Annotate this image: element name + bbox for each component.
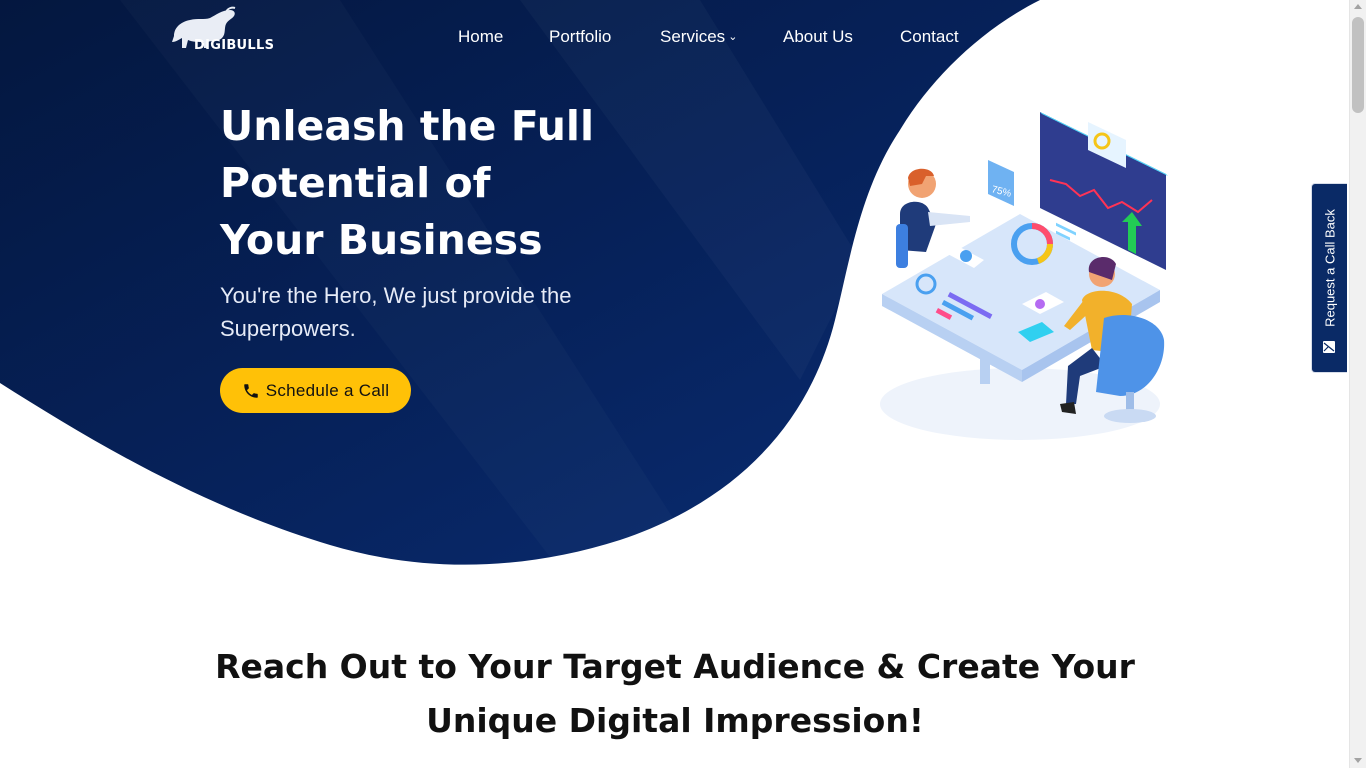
- phone-icon: [243, 383, 258, 398]
- section-title: Reach Out to Your Target Audience & Crea…: [215, 647, 1135, 740]
- scroll-up-arrow-icon[interactable]: [1354, 4, 1362, 9]
- nav-services-label: Services: [660, 27, 726, 46]
- request-call-back-label: Request a Call Back: [1322, 209, 1337, 327]
- envelope-icon: [1323, 341, 1335, 353]
- schedule-call-button[interactable]: Schedule a Call: [220, 368, 411, 413]
- nav-contact[interactable]: Contact: [900, 26, 959, 48]
- hero-title-line: Unleash the Full: [220, 102, 595, 150]
- hero-subtitle: You're the Hero, We just provide the Sup…: [220, 283, 572, 341]
- page-scrollbar[interactable]: [1349, 0, 1366, 768]
- team-meeting-illustration: 75%: [880, 112, 1168, 440]
- hero-title-line: Potential of: [220, 159, 491, 207]
- hero-title: Unleash the Full Potential of Your Busin…: [220, 98, 780, 269]
- scrollbar-thumb[interactable]: [1352, 17, 1364, 113]
- nav-portfolio[interactable]: Portfolio: [549, 26, 611, 48]
- scroll-down-arrow-icon[interactable]: [1354, 758, 1362, 763]
- chevron-down-icon: ⌄: [728, 31, 738, 43]
- nav-home[interactable]: Home: [458, 26, 503, 48]
- schedule-call-label: Schedule a Call: [265, 380, 390, 400]
- percentage-card: 75%: [988, 160, 1014, 206]
- hero-title-line: Your Business: [220, 216, 543, 264]
- nav-about-us[interactable]: About Us: [783, 26, 853, 48]
- main-nav: Home Portfolio Services ⌄ About Us Contac…: [0, 26, 1366, 50]
- nav-services[interactable]: Services ⌄: [660, 26, 737, 50]
- request-call-back-tab[interactable]: Request a Call Back: [1311, 183, 1347, 373]
